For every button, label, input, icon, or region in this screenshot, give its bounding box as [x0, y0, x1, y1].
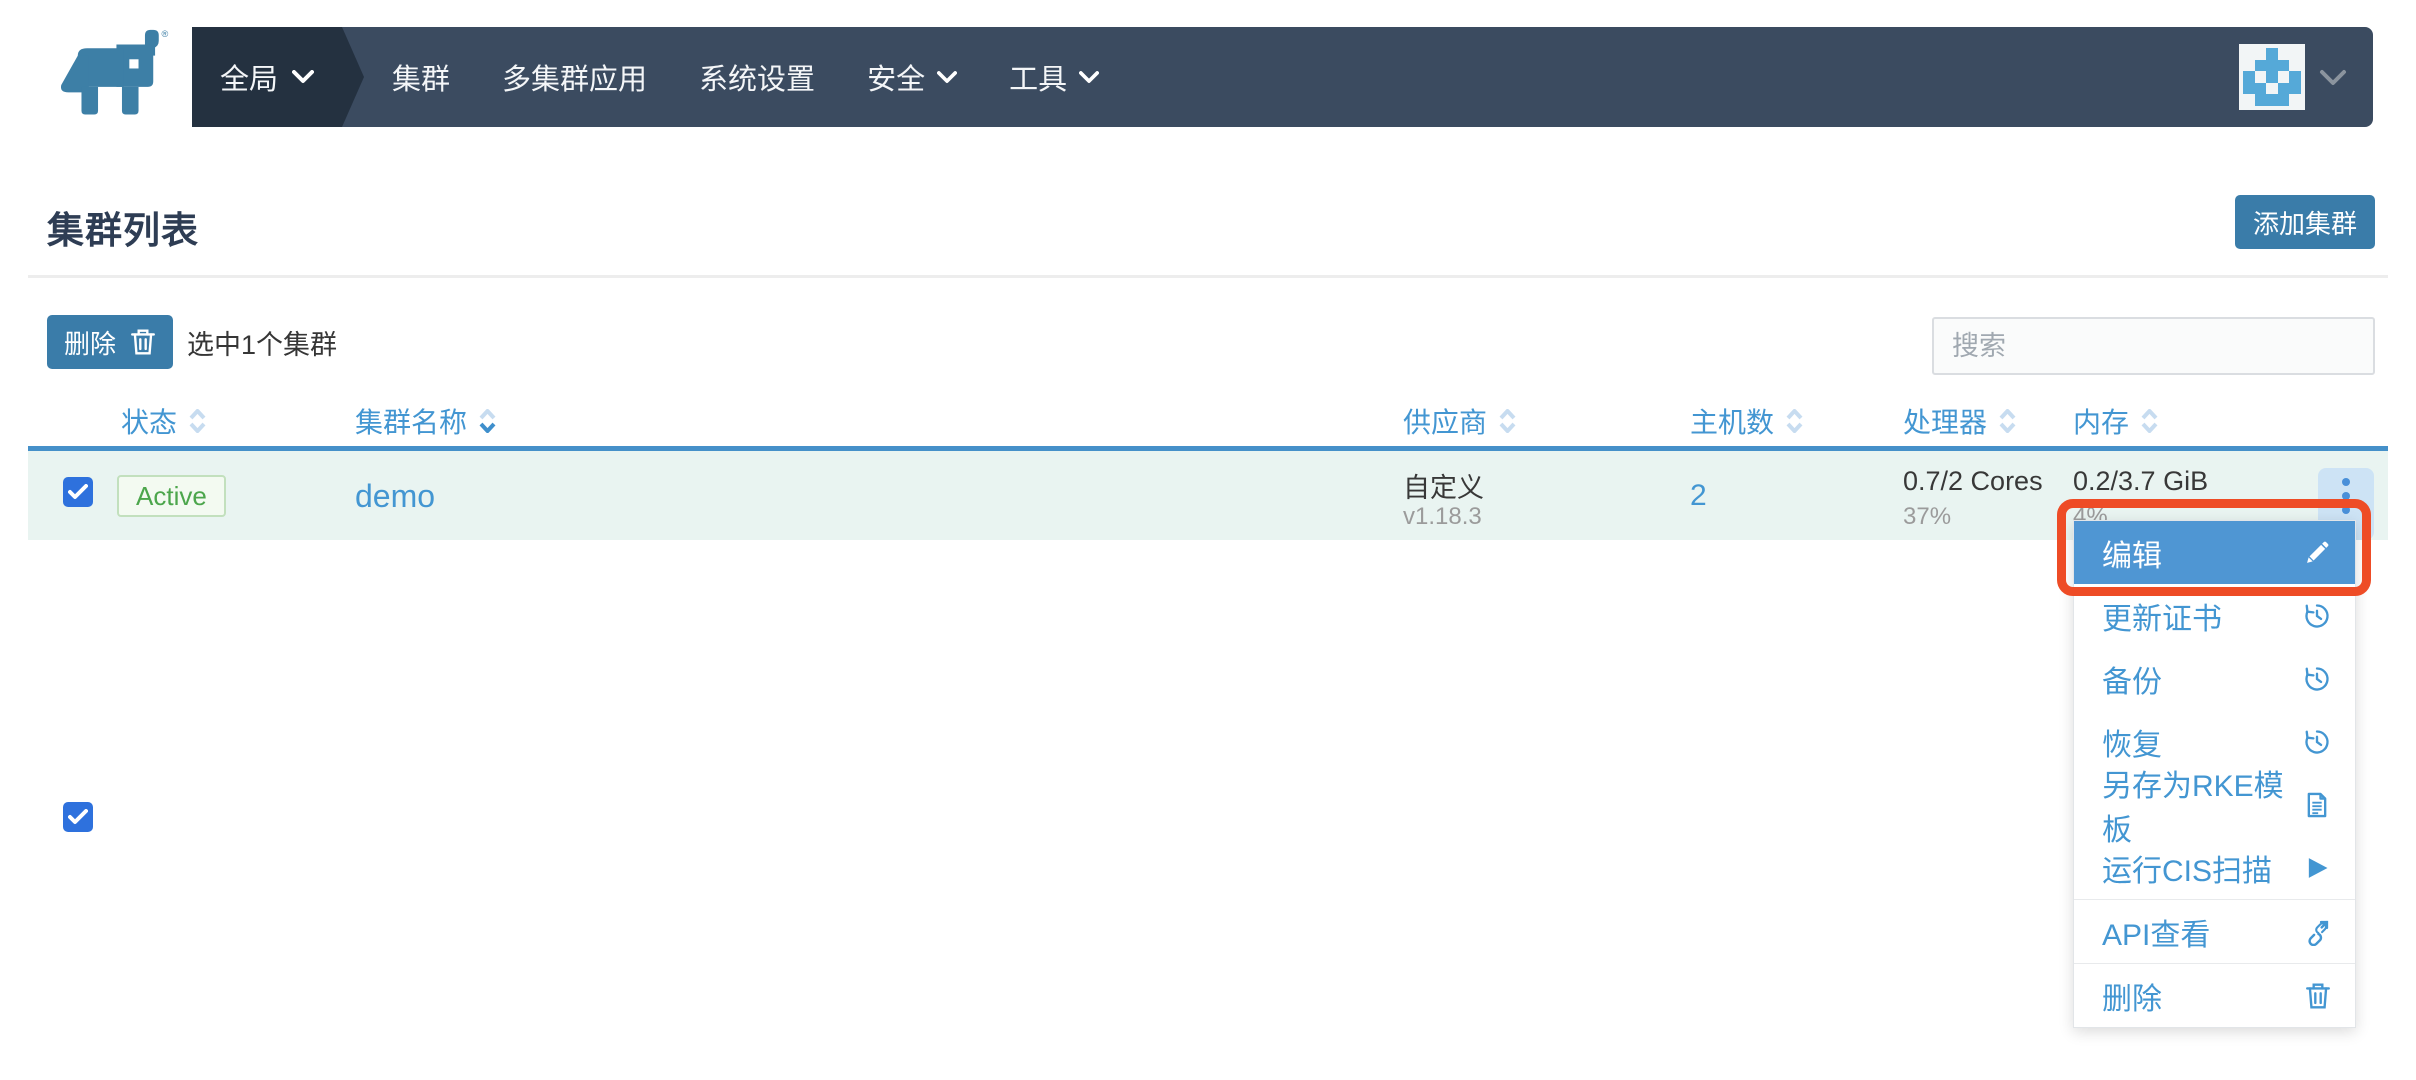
sort-carets-icon [1499, 409, 1516, 433]
add-cluster-button[interactable]: 添加集群 [2235, 195, 2375, 249]
history-icon [2303, 665, 2331, 693]
select-all-checkbox[interactable] [63, 802, 93, 832]
menu-item-label: 更新证书 [2102, 594, 2303, 638]
column-label: 供应商 [1403, 401, 1487, 441]
chevron-down-icon [292, 70, 314, 84]
row-actions-menu: 编辑 更新证书 备份 恢复 另存为RKE模板 [2073, 520, 2356, 1028]
column-header-provider[interactable]: 供应商 [1403, 396, 1516, 446]
menu-item-backup[interactable]: 备份 [2074, 647, 2355, 710]
trash-icon [130, 328, 156, 356]
menu-item-delete[interactable]: 删除 [2074, 964, 2355, 1027]
page-title: 集群列表 [47, 200, 199, 254]
rancher-logo[interactable]: ® [45, 28, 175, 120]
sort-carets-icon [1999, 409, 2016, 433]
column-label: 状态 [121, 401, 177, 441]
user-menu[interactable] [2239, 44, 2347, 110]
trash-icon [2305, 982, 2331, 1010]
menu-item-label: 编辑 [2102, 531, 2303, 575]
chevron-down-icon [2319, 69, 2347, 86]
history-icon [2303, 602, 2331, 630]
column-label: 集群名称 [355, 401, 467, 441]
nav-item-label: 多集群应用 [502, 56, 647, 98]
pencil-icon [2303, 539, 2331, 567]
nav-item-clusters[interactable]: 集群 [392, 56, 450, 98]
memory-value: 0.2/3.7 GiB [2073, 466, 2208, 497]
hosts-count-link[interactable]: 2 [1690, 479, 1707, 512]
nav-item-label: 工具 [1009, 56, 1067, 98]
nav-item-security[interactable]: 安全 [867, 56, 957, 98]
row-checkbox[interactable] [63, 477, 93, 507]
status-badge: Active [117, 475, 226, 517]
rancher-cluster-list-screen: ® 全局 集群 多集群应用 系统设置 安全 [0, 0, 2416, 1080]
chevron-down-icon [1079, 71, 1099, 84]
provider-value: 自定义 [1403, 466, 1484, 505]
menu-item-label: 删除 [2102, 974, 2305, 1018]
provider-version: v1.18.3 [1403, 503, 1482, 531]
delete-button-label: 删除 [64, 324, 116, 361]
chevron-down-icon [937, 71, 957, 84]
kebab-dots-icon [2342, 478, 2350, 486]
history-icon [2303, 728, 2331, 756]
selection-status: 选中1个集群 [187, 315, 337, 369]
menu-item-run-cis-scan[interactable]: 运行CIS扫描 [2074, 836, 2355, 899]
delete-selected-button[interactable]: 删除 [47, 315, 173, 369]
menu-item-label: 运行CIS扫描 [2102, 846, 2303, 890]
column-header-memory[interactable]: 内存 [2073, 396, 2158, 446]
nav-item-tools[interactable]: 工具 [1009, 56, 1099, 98]
column-header-status[interactable]: 状态 [121, 396, 206, 446]
global-scope-label: 全局 [220, 56, 278, 98]
menu-item-rotate-certificates[interactable]: 更新证书 [2074, 584, 2355, 647]
column-header-cluster-name[interactable]: 集群名称 [355, 396, 496, 446]
section-divider [28, 275, 2388, 278]
play-icon [2303, 854, 2331, 882]
user-avatar [2239, 44, 2305, 110]
nav-item-label: 安全 [867, 56, 925, 98]
link-icon [2303, 918, 2331, 946]
sort-carets-icon [2141, 409, 2158, 433]
column-label: 内存 [2073, 401, 2129, 441]
column-header-cpu[interactable]: 处理器 [1903, 396, 2016, 446]
table-header-row: 状态 集群名称 供应商 主机数 [0, 396, 2416, 446]
sort-carets-icon [189, 409, 206, 433]
cluster-name-link[interactable]: demo [355, 478, 435, 514]
menu-item-save-as-rke-template[interactable]: 另存为RKE模板 [2074, 773, 2355, 836]
menu-item-view-in-api[interactable]: API查看 [2074, 900, 2355, 963]
menu-item-label: 另存为RKE模板 [2102, 761, 2303, 849]
nav-items: 集群 多集群应用 系统设置 安全 工具 [392, 56, 1099, 98]
cpu-usage: 37% [1903, 503, 1951, 531]
menu-item-edit[interactable]: 编辑 [2074, 521, 2355, 584]
menu-item-label: API查看 [2102, 910, 2303, 954]
search-input[interactable] [1932, 317, 2375, 375]
nav-item-label: 系统设置 [699, 56, 815, 98]
sort-carets-icon-active [479, 409, 496, 433]
sort-carets-icon [1786, 409, 1803, 433]
nav-item-multi-cluster-apps[interactable]: 多集群应用 [502, 56, 647, 98]
global-scope-selector[interactable]: 全局 [192, 27, 342, 127]
column-label: 主机数 [1690, 401, 1774, 441]
nav-item-settings[interactable]: 系统设置 [699, 56, 815, 98]
top-navbar: 全局 集群 多集群应用 系统设置 安全 工具 [192, 27, 2373, 127]
menu-item-label: 备份 [2102, 657, 2303, 701]
svg-text:®: ® [162, 29, 169, 39]
column-header-hosts[interactable]: 主机数 [1690, 396, 1803, 446]
menu-item-label: 恢复 [2102, 720, 2303, 764]
column-label: 处理器 [1903, 401, 1987, 441]
cpu-value: 0.7/2 Cores [1903, 466, 2043, 497]
file-icon [2303, 791, 2331, 819]
nav-item-label: 集群 [392, 56, 450, 98]
